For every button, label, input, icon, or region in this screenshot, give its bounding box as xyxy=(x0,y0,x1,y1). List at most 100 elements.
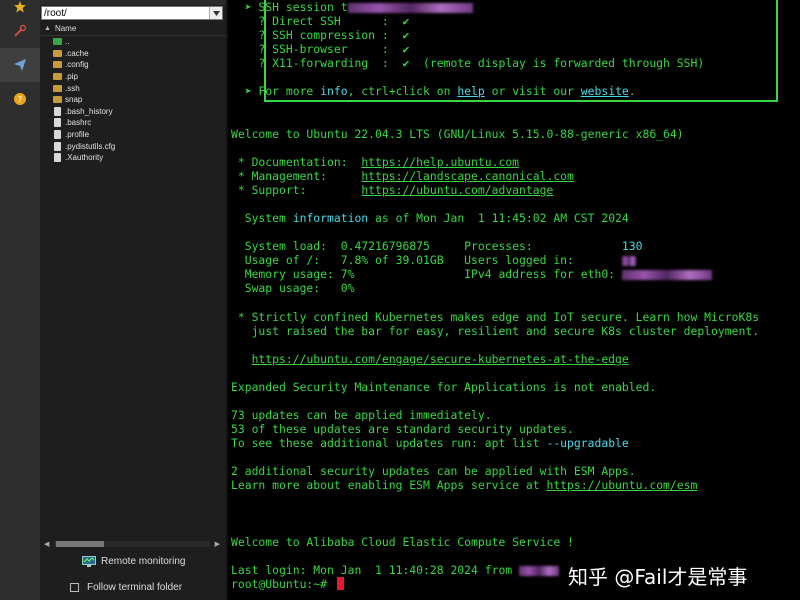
file-row[interactable]: .pip xyxy=(40,71,226,83)
file-list: .. .cache .config .pip .ssh snap .bash_history… xyxy=(40,36,226,164)
file-row[interactable]: .profile xyxy=(40,129,226,141)
watermark-text: 知乎 @Fail才是常事 xyxy=(568,565,748,589)
term-line: System information as of Mon Jan 1 11:45… xyxy=(231,211,629,225)
term-line: 53 of these updates are standard securit… xyxy=(231,422,574,436)
star-icon[interactable] xyxy=(0,0,40,14)
term-line: ? X11-forwarding : ✔ (remote display is … xyxy=(231,56,705,70)
remote-monitoring-button[interactable]: Remote monitoring xyxy=(82,556,185,567)
follow-terminal-folder-label: Follow terminal folder xyxy=(87,582,183,593)
folder-icon xyxy=(53,49,62,57)
term-line: * Strictly confined Kubernetes makes edg… xyxy=(231,310,760,324)
help-link[interactable]: help xyxy=(457,84,484,98)
term-line: * Documentation: https://help.ubuntu.com xyxy=(231,155,520,169)
parent-folder-icon xyxy=(53,38,62,46)
folder-icon xyxy=(53,61,62,69)
file-row[interactable]: snap xyxy=(40,94,226,106)
side-toolbar: ? xyxy=(0,0,41,600)
terminal-cursor xyxy=(337,577,344,590)
svg-text:?: ? xyxy=(18,95,22,104)
file-row[interactable]: .. xyxy=(40,36,226,48)
term-line: ? SSH-browser : ✔ xyxy=(231,42,410,56)
path-input[interactable]: /root/ xyxy=(41,6,223,20)
scroll-right-icon[interactable]: ▶ xyxy=(215,540,220,548)
path-text: /root/ xyxy=(44,7,67,19)
term-line: https://ubuntu.com/engage/secure-kuberne… xyxy=(231,352,629,366)
term-line: 2 additional security updates can be app… xyxy=(231,464,636,478)
mobaxterm-window: ? /root/ ▲ Name .. .cache .config .pip .ssh s… xyxy=(0,0,800,600)
file-name: .profile xyxy=(65,130,90,140)
file-name: .cache xyxy=(65,48,89,58)
remote-monitoring-label: Remote monitoring xyxy=(101,556,186,567)
file-row[interactable]: .Xauthority xyxy=(40,152,226,164)
term-line: just raised the bar for easy, resilient … xyxy=(231,324,760,338)
term-line: To see these additional updates run: apt… xyxy=(231,436,629,450)
monitor-icon xyxy=(82,556,96,567)
term-line: Expanded Security Maintenance for Applic… xyxy=(231,380,657,394)
file-row[interactable]: .cache xyxy=(40,48,226,60)
shell-prompt: root@Ubuntu:~# xyxy=(231,577,334,591)
term-line: Learn more about enabling ESM Apps servi… xyxy=(231,478,698,492)
file-name: .bashrc xyxy=(65,118,92,128)
file-row[interactable]: .bash_history xyxy=(40,106,226,118)
management-link[interactable]: https://landscape.canonical.com xyxy=(361,169,574,183)
term-line: 73 updates can be applied immediately. xyxy=(231,408,492,422)
file-icon xyxy=(54,118,61,128)
esm-link[interactable]: https://ubuntu.com/esm xyxy=(546,478,697,492)
documentation-link[interactable]: https://help.ubuntu.com xyxy=(361,155,519,169)
file-row[interactable]: .config xyxy=(40,59,226,71)
redacted-host xyxy=(347,2,473,13)
file-row[interactable]: .ssh xyxy=(40,82,226,94)
term-line: ? SSH compression : ✔ xyxy=(231,28,410,42)
browser-toolbar xyxy=(40,0,226,5)
help-icon[interactable]: ? xyxy=(0,82,40,116)
support-link[interactable]: https://ubuntu.com/advantage xyxy=(361,183,553,197)
term-line: Last login: Mon Jan 1 11:40:28 2024 from xyxy=(231,563,560,577)
file-name: .pydistutils.cfg xyxy=(65,141,116,151)
folder-icon xyxy=(53,73,62,81)
horizontal-scrollbar[interactable]: ◀ ▶ xyxy=(44,540,220,548)
scrollbar-thumb[interactable] xyxy=(56,541,104,547)
term-line: * Support: https://ubuntu.com/advantage xyxy=(231,183,554,197)
folder-icon xyxy=(53,84,62,92)
folder-icon xyxy=(53,96,62,104)
file-name: .Xauthority xyxy=(65,153,104,163)
file-name: .pip xyxy=(65,72,78,82)
file-row[interactable]: .pydistutils.cfg xyxy=(40,140,226,152)
term-line: Welcome to Alibaba Cloud Elastic Compute… xyxy=(231,535,574,549)
column-header-name[interactable]: ▲ Name xyxy=(40,22,226,36)
sftp-file-browser: /root/ ▲ Name .. .cache .config .pip .ssh sna… xyxy=(40,0,228,600)
scroll-left-icon[interactable]: ◀ xyxy=(44,540,49,548)
file-name: snap xyxy=(65,95,83,105)
file-name: .config xyxy=(65,60,89,70)
file-icon xyxy=(54,130,61,140)
term-line: ➤ For more info, ctrl+click on help or v… xyxy=(231,84,636,98)
term-line: Welcome to Ubuntu 22.04.3 LTS (GNU/Linux… xyxy=(231,127,684,141)
sort-arrow-icon: ▲ xyxy=(44,25,51,32)
term-line: ➤ SSH session t xyxy=(231,0,473,14)
term-line: Swap usage: 0% xyxy=(231,281,355,295)
website-link[interactable]: website xyxy=(581,84,629,98)
file-name: .. xyxy=(65,37,70,47)
chevron-down-icon[interactable] xyxy=(209,7,222,19)
send-icon[interactable] xyxy=(0,48,40,82)
info-link[interactable]: info xyxy=(320,84,347,98)
kubernetes-link[interactable]: https://ubuntu.com/engage/secure-kuberne… xyxy=(252,352,629,366)
term-line: Memory usage: 7% IPv4 address for eth0: xyxy=(231,267,712,281)
terminal-pane[interactable]: ➤ SSH session t ? Direct SSH : ✔ ? SSH c… xyxy=(228,0,800,600)
term-line: System load: 0.47216796875 Processes: 13… xyxy=(231,239,643,253)
redacted-login-ip xyxy=(519,565,560,576)
file-icon xyxy=(54,153,61,163)
redacted-users xyxy=(621,255,636,266)
term-line: Usage of /: 7.8% of 39.01GB Users logged… xyxy=(231,253,636,267)
column-header-label: Name xyxy=(54,24,77,33)
follow-terminal-folder-checkbox[interactable] xyxy=(70,583,79,592)
file-name: .ssh xyxy=(65,83,80,93)
file-icon xyxy=(54,141,61,151)
redacted-ip xyxy=(621,269,712,280)
term-line: ? Direct SSH : ✔ xyxy=(231,14,410,28)
file-row[interactable]: .bashrc xyxy=(40,117,226,129)
file-icon xyxy=(54,106,61,116)
term-line: * Management: https://landscape.canonica… xyxy=(231,169,574,183)
tools-icon[interactable] xyxy=(0,14,40,48)
follow-terminal-folder-toggle[interactable]: Follow terminal folder xyxy=(70,582,182,593)
